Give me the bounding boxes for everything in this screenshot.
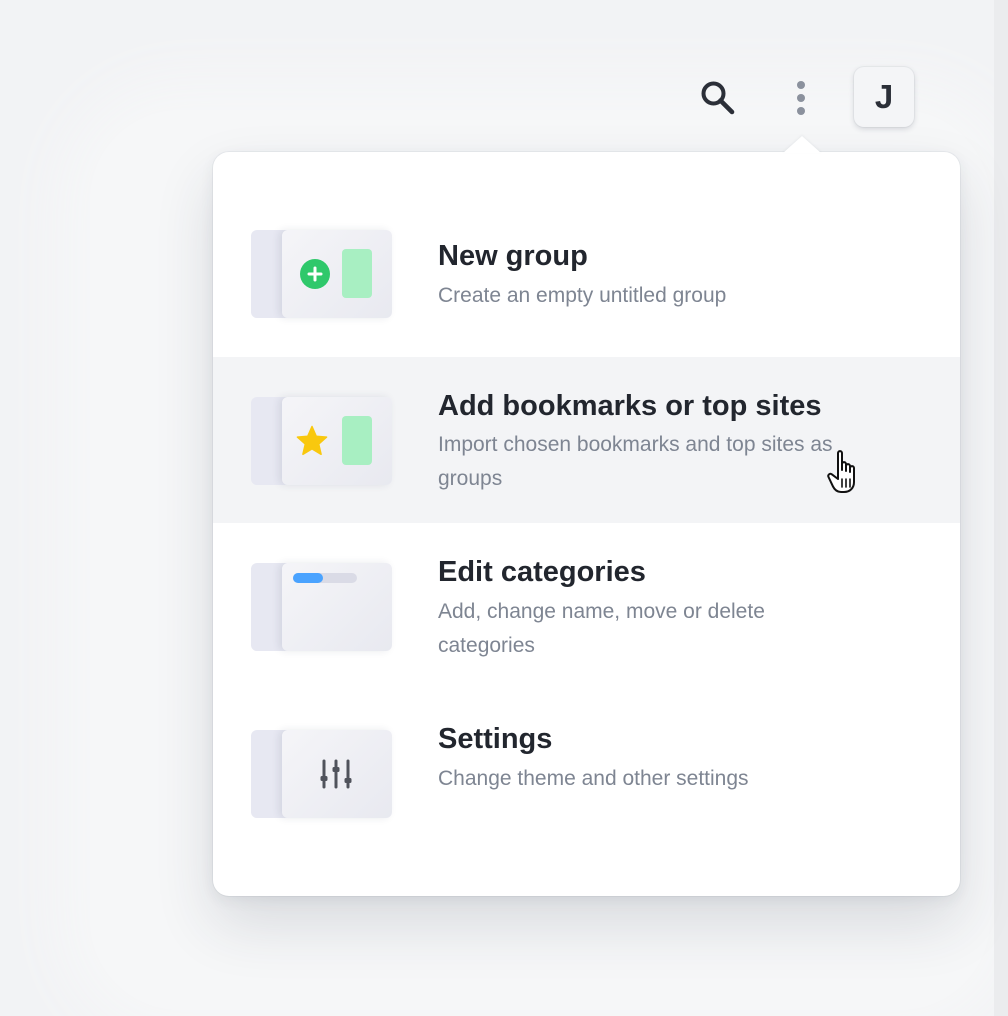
menu-item-description: Create an empty untitled group [438,284,727,307]
categories-thumbnail [251,563,393,651]
menu-pointer-arrow [783,136,821,153]
menu-item-title: Settings [438,723,553,755]
more-options-button[interactable] [778,74,824,122]
menu-item-settings[interactable]: Settings Change theme and other settings [213,693,960,857]
add-circle-icon [300,259,330,289]
bookmarks-thumbnail [251,397,393,485]
settings-thumbnail [251,730,393,818]
category-bar-icon [293,573,357,583]
sliders-icon [320,759,352,789]
search-button[interactable] [694,74,742,122]
menu-item-description: Change theme and other settings [438,767,749,790]
green-card-icon [342,249,372,298]
menu-item-new-group[interactable]: New group Create an empty untitled group [213,192,960,354]
menu-item-description: Add, change name, move or delete categor… [438,600,765,657]
menu-item-add-bookmarks[interactable]: Add bookmarks or top sites Import chosen… [213,357,960,523]
dropdown-menu: New group Create an empty untitled group… [213,152,960,896]
window-edge [994,0,1008,1016]
star-icon [296,425,328,456]
user-avatar[interactable]: J [854,67,914,127]
search-icon [701,81,735,115]
menu-item-title: Add bookmarks or top sites [438,390,822,422]
menu-item-title: New group [438,240,588,272]
green-card-icon [342,416,372,465]
menu-item-title: Edit categories [438,556,646,588]
menu-item-description: Import chosen bookmarks and top sites as… [438,433,833,490]
more-vertical-icon [797,81,805,115]
menu-item-edit-categories[interactable]: Edit categories Add, change name, move o… [213,526,960,690]
new-group-thumbnail [251,230,393,318]
hand-cursor-icon [827,450,855,493]
